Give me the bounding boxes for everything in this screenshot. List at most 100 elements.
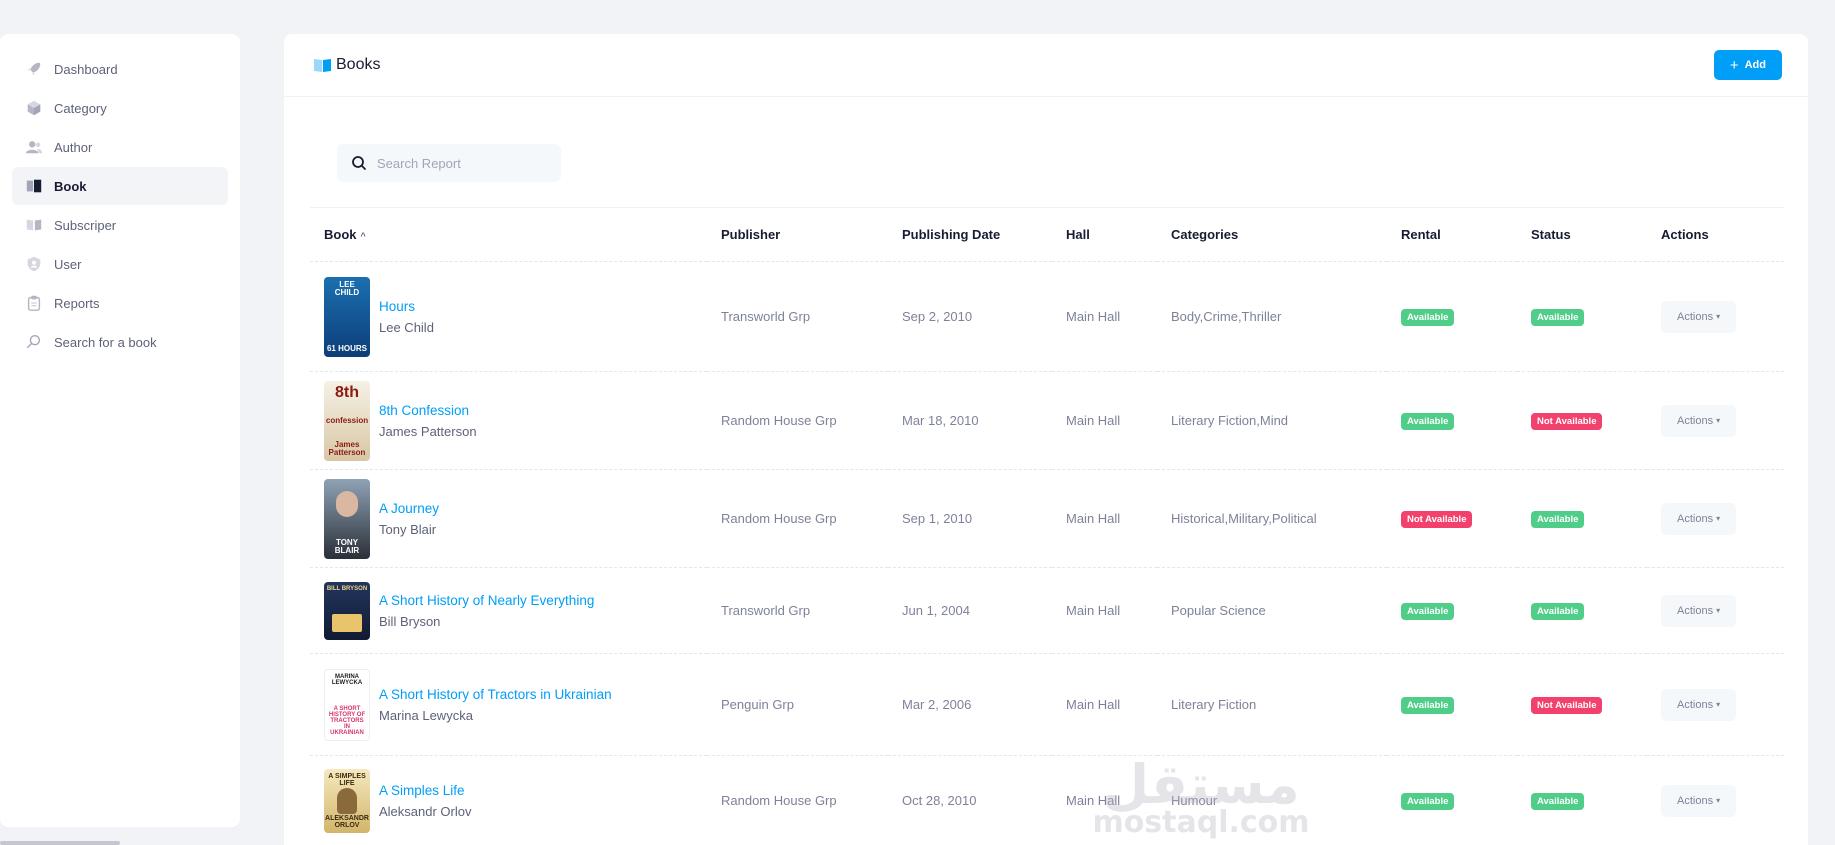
- publisher-cell: Penguin Grp: [707, 653, 888, 756]
- rental-badge: Available: [1401, 696, 1455, 714]
- column-header-hall[interactable]: Hall: [1052, 207, 1157, 262]
- add-book-button[interactable]: + Add: [1713, 50, 1782, 80]
- cover-text: BILL BRYSON: [326, 585, 368, 592]
- status-badge: Available: [1531, 510, 1585, 528]
- sidebar-item-user[interactable]: User: [12, 245, 228, 283]
- column-header-book[interactable]: Book ^: [310, 207, 707, 262]
- table-row: MARINA LEWYCKA A SHORT HISTORY OF TRACTO…: [310, 653, 1784, 756]
- status-cell: Available: [1517, 755, 1647, 845]
- sidebar-item-label: Category: [54, 100, 107, 116]
- horizontal-scrollbar[interactable]: [0, 841, 120, 845]
- caret-down-icon: ▾: [1716, 312, 1721, 321]
- categories-cell: Historical,Military,Political: [1157, 469, 1387, 568]
- search-icon: [24, 332, 44, 352]
- card-header: Books + Add: [284, 34, 1808, 97]
- sidebar-item-label: Dashboard: [54, 61, 118, 77]
- page-title-text: Books: [336, 56, 381, 73]
- actions-dropdown-button[interactable]: Actions ▾: [1661, 404, 1737, 437]
- column-header-publishing-date[interactable]: Publishing Date: [888, 207, 1052, 262]
- actions-dropdown-button[interactable]: Actions ▾: [1661, 594, 1737, 627]
- book-title-link[interactable]: A Simples Life: [379, 783, 471, 798]
- actions-dropdown-button[interactable]: Actions ▾: [1661, 784, 1737, 817]
- hall-cell: Main Hall: [1052, 261, 1157, 372]
- sidebar-item-dashboard[interactable]: Dashboard: [12, 50, 228, 88]
- book-cover-image[interactable]: BILL BRYSON: [324, 581, 370, 640]
- caret-down-icon: ▾: [1716, 700, 1721, 709]
- book-cover-image[interactable]: MARINA LEWYCKA A SHORT HISTORY OF TRACTO…: [324, 668, 370, 741]
- book-title-link[interactable]: A Short History of Tractors in Ukrainian: [379, 687, 612, 702]
- hall-cell: Main Hall: [1052, 567, 1157, 654]
- book-icon: [314, 59, 331, 72]
- rental-cell: Available: [1387, 755, 1517, 845]
- column-header-categories[interactable]: Categories: [1157, 207, 1387, 262]
- search-input[interactable]: [377, 155, 547, 171]
- sidebar-item-label: Book: [54, 178, 87, 194]
- cover-text: James Patterson: [328, 439, 366, 457]
- actions-label: Actions: [1677, 604, 1714, 617]
- cover-text: confession: [325, 415, 369, 425]
- book-title-link[interactable]: Hours: [379, 299, 434, 314]
- rental-badge: Available: [1401, 308, 1455, 326]
- search-box: [337, 144, 561, 182]
- status-badge: Available: [1531, 308, 1585, 326]
- column-header-publisher[interactable]: Publisher: [707, 207, 888, 262]
- actions-cell: Actions ▾: [1647, 469, 1784, 568]
- actions-dropdown-button[interactable]: Actions ▾: [1661, 300, 1737, 333]
- book-title-link[interactable]: 8th Confession: [379, 403, 477, 418]
- cover-text: TONY BLAIR: [334, 537, 360, 555]
- actions-dropdown-button[interactable]: Actions ▾: [1661, 688, 1737, 721]
- rental-cell: Available: [1387, 261, 1517, 372]
- sidebar-item-label: User: [54, 256, 82, 272]
- clipboard-icon: [24, 293, 44, 313]
- shield-user-icon: [24, 254, 44, 274]
- sidebar-item-author[interactable]: Author: [12, 128, 228, 166]
- actions-cell: Actions ▾: [1647, 755, 1784, 845]
- book-cover-image[interactable]: 8th confession James Patterson: [324, 380, 370, 461]
- caret-down-icon: ▾: [1716, 606, 1721, 615]
- book-cover-image[interactable]: TONY BLAIR: [324, 478, 370, 559]
- publisher-cell: Random House Grp: [707, 469, 888, 568]
- publisher-cell: Transworld Grp: [707, 567, 888, 654]
- book-cover-image[interactable]: A SIMPLES LIFE ALEKSANDR ORLOV: [324, 768, 370, 833]
- book-cell: A SIMPLES LIFE ALEKSANDR ORLOV A Simples…: [310, 755, 707, 845]
- rental-badge: Available: [1401, 792, 1455, 810]
- sidebar-item-category[interactable]: Category: [12, 89, 228, 127]
- cube-icon: [24, 98, 44, 118]
- categories-cell: Literary Fiction: [1157, 653, 1387, 756]
- cover-text: 61 HOURS: [326, 343, 367, 353]
- book-cell: 8th confession James Patterson 8th Confe…: [310, 371, 707, 470]
- actions-dropdown-button[interactable]: Actions ▾: [1661, 502, 1737, 535]
- column-header-status[interactable]: Status: [1517, 207, 1647, 262]
- cover-text: MARINA LEWYCKA: [331, 673, 363, 686]
- cover-text: 8th: [335, 383, 359, 401]
- book-cover-image[interactable]: LEE CHILD 61 HOURS: [324, 276, 370, 357]
- rental-cell: Available: [1387, 653, 1517, 756]
- sidebar: Dashboard Category Author Book Subscripe…: [0, 34, 240, 827]
- cover-text: A SHORT HISTORY OF TRACTORS IN UKRAINIAN: [328, 705, 366, 736]
- sidebar-item-book[interactable]: Book: [12, 167, 228, 205]
- book-title-link[interactable]: A Journey: [379, 501, 439, 516]
- date-cell: Sep 1, 2010: [888, 469, 1052, 568]
- table-row: TONY BLAIR A Journey Tony Blair Random H…: [310, 469, 1784, 568]
- sort-up-icon: ^: [360, 231, 366, 241]
- actions-label: Actions: [1677, 698, 1714, 711]
- book-cell: MARINA LEWYCKA A SHORT HISTORY OF TRACTO…: [310, 653, 707, 756]
- sidebar-item-label: Search for a book: [54, 334, 157, 350]
- column-label: Book: [324, 227, 357, 242]
- rental-badge: Not Available: [1401, 510, 1473, 528]
- actions-cell: Actions ▾: [1647, 567, 1784, 654]
- book-title-link[interactable]: A Short History of Nearly Everything: [379, 593, 594, 608]
- actions-cell: Actions ▾: [1647, 371, 1784, 470]
- caret-down-icon: ▾: [1716, 514, 1721, 523]
- categories-cell: Body,Crime,Thriller: [1157, 261, 1387, 372]
- date-cell: Jun 1, 2004: [888, 567, 1052, 654]
- categories-cell: Popular Science: [1157, 567, 1387, 654]
- sidebar-item-search[interactable]: Search for a book: [12, 323, 228, 361]
- sidebar-item-reports[interactable]: Reports: [12, 284, 228, 322]
- rental-cell: Available: [1387, 567, 1517, 654]
- sidebar-item-subscriper[interactable]: Subscriper: [12, 206, 228, 244]
- caret-down-icon: ▾: [1716, 796, 1721, 805]
- column-header-rental[interactable]: Rental: [1387, 207, 1517, 262]
- date-cell: Sep 2, 2010: [888, 261, 1052, 372]
- book-author: Lee Child: [379, 319, 434, 335]
